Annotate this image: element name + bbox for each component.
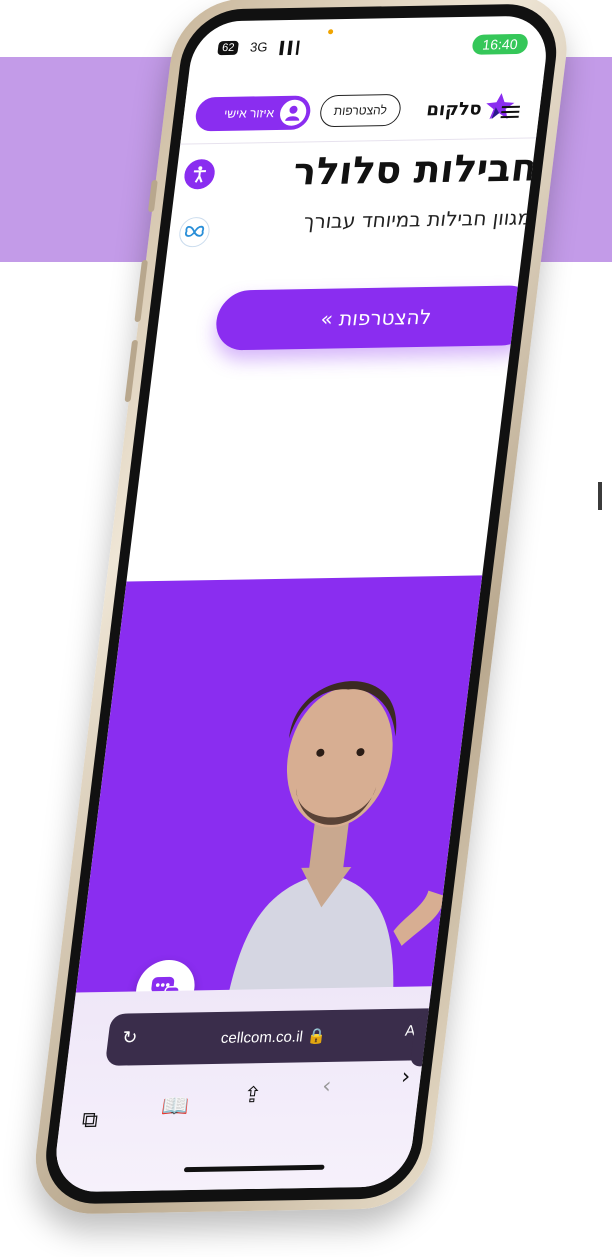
logo-text: סלקום — [425, 97, 484, 120]
url-text: cellcom.co.il 🔒 — [219, 1028, 327, 1047]
network-type: 3G — [249, 39, 269, 55]
personal-area-label: איזור אישי — [223, 106, 275, 121]
page-title: חבילות סלולר — [290, 145, 541, 194]
hero-banner — [68, 575, 483, 1059]
tabs-icon[interactable]: ⧉ — [81, 1108, 100, 1133]
forward-icon[interactable]: › — [400, 1064, 412, 1089]
browser-chrome: ↻ cellcom.co.il 🔒 AA ⧉ 📖 ⇪ ‹ › — [51, 986, 442, 1193]
home-indicator — [183, 1164, 325, 1173]
camera-indicator-dot — [327, 29, 334, 35]
join-cta-button[interactable]: להצטרפות » — [212, 285, 539, 351]
back-icon[interactable]: ‹ — [321, 1074, 333, 1099]
menu-icon[interactable] — [500, 103, 521, 121]
address-bar[interactable]: ↻ cellcom.co.il 🔒 AA — [104, 1008, 442, 1066]
status-time: 16:40 — [471, 33, 529, 55]
signal-bars-icon: ▍▍▎ — [279, 40, 306, 56]
background-edge-mark — [598, 482, 602, 510]
join-button-header[interactable]: להצטרפות — [318, 93, 403, 128]
signal-badge: 62 — [217, 40, 240, 56]
page-subtitle: מגוון חבילות במיוחד עבורך — [302, 205, 533, 234]
share-icon[interactable]: ⇪ — [242, 1083, 264, 1108]
status-bar: 62 3G ▍▍▎ 16:40 — [189, 15, 551, 71]
personal-area-button[interactable]: איזור אישי — [193, 95, 313, 132]
user-icon — [278, 99, 308, 126]
site-header: איזור אישי להצטרפות סלקום — [180, 77, 544, 145]
browser-toolbar: ⧉ 📖 ⇪ ‹ › — [59, 1064, 420, 1133]
bookmarks-icon[interactable]: 📖 — [160, 1094, 191, 1119]
